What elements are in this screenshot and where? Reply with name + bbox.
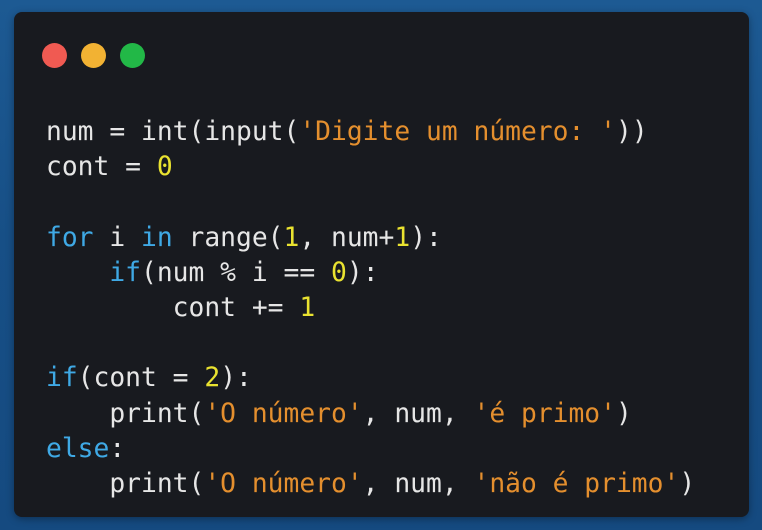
code-token: 'Digite um número: '	[299, 117, 616, 147]
code-token: (num % i ==	[141, 257, 332, 288]
code-token: ):	[220, 363, 252, 394]
code-line: else:	[46, 432, 695, 467]
code-token: if	[109, 257, 142, 288]
code-token: 1	[299, 292, 316, 323]
code-token: ))	[615, 117, 648, 147]
code-token: print(	[46, 398, 205, 429]
code-token: in	[141, 222, 173, 253]
code-token: 1	[394, 222, 411, 253]
code-token: for	[46, 222, 94, 253]
code-token: 2	[204, 363, 221, 394]
code-token: else	[46, 433, 110, 464]
code-window: num = int(input('Digite um número: ')) co…	[14, 12, 749, 517]
code-line: print('O número', num, 'não é primo')	[46, 467, 695, 502]
code-token: 0	[331, 257, 347, 288]
code-token: 'O número'	[204, 468, 363, 499]
code-token: 1	[283, 222, 300, 253]
code-token: 'é primo'	[473, 398, 616, 429]
code-token: 0	[156, 152, 173, 183]
code-line: if(cont = 2):	[46, 361, 695, 396]
code-token: cont =	[46, 152, 157, 183]
code-token: , num,	[362, 468, 474, 499]
code-token: cont +=	[46, 292, 300, 323]
code-token: :	[109, 433, 126, 464]
code-token: range(	[172, 222, 284, 253]
code-block: num = int(input('Digite um número: ')) co…	[46, 115, 695, 502]
code-line: cont = 0	[46, 150, 695, 185]
code-token: , num+	[299, 222, 395, 253]
code-line: for i in range(1, num+1):	[46, 221, 695, 256]
code-token: )	[615, 398, 632, 429]
code-line: if(num % i == 0):	[46, 256, 695, 291]
code-token: 'O número'	[204, 398, 363, 429]
code-line: print('O número', num, 'é primo')	[46, 397, 695, 432]
code-token: , num,	[362, 398, 474, 429]
minimize-button[interactable]	[81, 43, 106, 68]
code-token: ):	[410, 222, 442, 253]
close-button[interactable]	[42, 43, 67, 68]
code-token: i	[93, 222, 141, 253]
code-token: (cont =	[77, 363, 205, 394]
code-token: ):	[346, 257, 379, 288]
code-line: cont += 1	[46, 291, 695, 326]
code-token: 'não é primo'	[473, 468, 680, 499]
code-token: )	[679, 468, 696, 499]
zoom-button[interactable]	[120, 43, 145, 68]
code-token: if	[46, 363, 78, 394]
code-token: num = int(input(	[46, 117, 300, 147]
window-controls	[42, 43, 145, 69]
code-line: num = int(input('Digite um número: '))	[46, 115, 695, 150]
code-token: print(	[46, 468, 205, 499]
